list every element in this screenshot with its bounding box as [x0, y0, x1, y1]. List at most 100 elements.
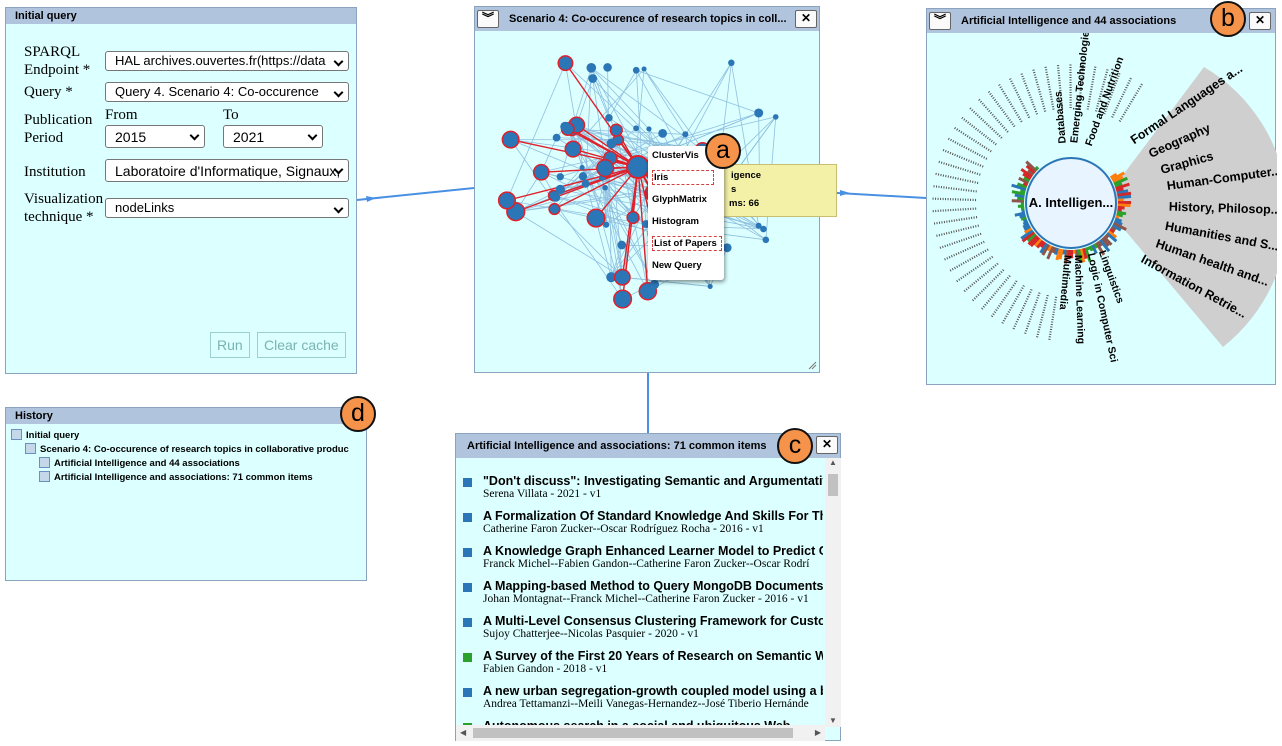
minor-topic-label[interactable]: [1000, 284, 1025, 326]
graph-node[interactable]: [551, 192, 561, 202]
collapse-button[interactable]: ︾: [477, 10, 499, 28]
graph-node[interactable]: [555, 184, 566, 195]
collapse-button[interactable]: ︾: [929, 12, 951, 30]
minor-topic-label[interactable]: [1118, 82, 1144, 122]
graph-node[interactable]: [613, 268, 631, 286]
clear-cache-button[interactable]: Clear cache: [257, 332, 346, 358]
scroll-left-icon[interactable]: ◀: [460, 728, 466, 737]
minor-topic-label[interactable]: [990, 280, 1018, 319]
minor-topic-label[interactable]: [946, 137, 988, 160]
graph-node[interactable]: [532, 163, 550, 181]
minor-topic-label[interactable]: [954, 255, 994, 284]
graph-node[interactable]: [772, 114, 779, 120]
graph-node[interactable]: [728, 59, 735, 67]
graph-node[interactable]: [556, 173, 564, 181]
iris-bar[interactable]: [1019, 189, 1026, 194]
graph-node[interactable]: [722, 243, 732, 253]
minor-topic-label[interactable]: [960, 115, 997, 146]
outer-topic-label[interactable]: Multimedia: [1057, 255, 1074, 311]
minor-topic-label[interactable]: [942, 240, 985, 262]
resize-grip-icon[interactable]: [807, 360, 817, 370]
graph-node[interactable]: [586, 63, 597, 73]
menu-item-glyphmatrix[interactable]: GlyphMatrix: [652, 194, 707, 205]
graph-node[interactable]: [650, 279, 660, 290]
minor-topic-label[interactable]: [941, 148, 984, 168]
menu-item-iris[interactable]: Iris: [652, 170, 714, 185]
graph-node[interactable]: [557, 55, 574, 72]
minor-topic-label[interactable]: [986, 89, 1016, 128]
graph-node[interactable]: [633, 125, 640, 132]
graph-node[interactable]: [586, 208, 606, 228]
history-item[interactable]: Initial query: [11, 429, 79, 441]
minor-topic-label[interactable]: [952, 126, 992, 153]
iris-bar[interactable]: [1117, 208, 1122, 212]
minor-topic-label[interactable]: [968, 106, 1003, 139]
graph-node[interactable]: [564, 140, 582, 158]
graph-node[interactable]: [578, 172, 588, 181]
from-select[interactable]: 2015: [105, 125, 205, 148]
close-button[interactable]: ✕: [795, 10, 817, 28]
iris-bar[interactable]: [1034, 165, 1040, 171]
graph-node[interactable]: [602, 184, 608, 191]
menu-item-list-of-papers[interactable]: List of Papers: [652, 236, 722, 251]
graph-node[interactable]: [762, 236, 770, 244]
iris-bar[interactable]: [1117, 194, 1132, 200]
graph-node[interactable]: [560, 121, 571, 132]
to-select[interactable]: 2021: [223, 125, 323, 148]
query-select[interactable]: Query 4. Scenario 4: Co-occurence: [105, 82, 349, 102]
minor-topic-label[interactable]: [980, 275, 1011, 311]
graph-node[interactable]: [588, 74, 598, 83]
history-item[interactable]: Scenario 4: Co-occurence of research top…: [25, 443, 349, 455]
graph-node[interactable]: [632, 66, 640, 74]
minor-topic-label[interactable]: [970, 269, 1005, 303]
minor-topic-label[interactable]: [997, 82, 1023, 123]
graph-node[interactable]: [581, 179, 590, 188]
minor-topic-label[interactable]: [931, 184, 977, 193]
history-item[interactable]: Artificial Intelligence and 44 associati…: [39, 457, 240, 469]
scroll-right-icon[interactable]: ▶: [815, 728, 821, 737]
minor-topic-label[interactable]: [1031, 67, 1047, 112]
iris-bar[interactable]: [1088, 245, 1094, 252]
minor-topic-label[interactable]: [931, 197, 977, 202]
graph-node[interactable]: [658, 129, 668, 138]
graph-node[interactable]: [596, 159, 615, 178]
minor-topic-label[interactable]: [937, 160, 981, 176]
minor-topic-label[interactable]: [1048, 296, 1058, 342]
outer-topic-label[interactable]: Machine Learning: [1072, 255, 1087, 345]
history-item[interactable]: Artificial Intelligence and associations…: [39, 471, 313, 483]
graph-node[interactable]: [609, 123, 623, 137]
graph-node[interactable]: [617, 240, 627, 250]
endpoint-select[interactable]: HAL archives.ouvertes.fr(https://data: [105, 51, 349, 71]
scroll-down-icon[interactable]: ▼: [825, 716, 841, 725]
menu-item-clustervis[interactable]: ClusterVis: [652, 150, 699, 161]
graph-node[interactable]: [682, 131, 689, 138]
minor-topic-label[interactable]: [962, 262, 999, 294]
graph-node[interactable]: [603, 63, 612, 72]
graph-node[interactable]: [605, 114, 613, 122]
menu-item-new-query[interactable]: New Query: [652, 260, 702, 271]
graph-node[interactable]: [641, 66, 647, 72]
viz-select[interactable]: nodeLinks: [105, 198, 349, 218]
iris-bar[interactable]: [1115, 215, 1120, 220]
horizontal-scrollbar[interactable]: ◀ ▶: [456, 725, 825, 741]
graph-node[interactable]: [497, 191, 517, 210]
close-button[interactable]: ✕: [1249, 12, 1271, 30]
graph-node[interactable]: [548, 202, 561, 216]
graph-node[interactable]: [606, 138, 617, 149]
close-button[interactable]: ✕: [816, 436, 838, 454]
minor-topic-label[interactable]: [934, 224, 979, 238]
graph-node[interactable]: [707, 283, 713, 290]
run-button[interactable]: Run: [210, 332, 250, 358]
scroll-thumb-h[interactable]: [473, 728, 793, 738]
institution-select[interactable]: Laboratoire d'Informatique, Signaux,: [105, 159, 349, 182]
iris-bar[interactable]: [1086, 246, 1091, 251]
minor-topic-label[interactable]: [1086, 64, 1097, 110]
iris-chart[interactable]: A. Intelligen... Formal Languages a...Ge…: [927, 33, 1277, 385]
graph-node[interactable]: [646, 126, 652, 132]
minor-topic-label[interactable]: [933, 172, 979, 185]
minor-topic-label[interactable]: [1019, 71, 1039, 115]
iris-bar[interactable]: [1017, 196, 1025, 201]
iris-bar[interactable]: [1019, 213, 1027, 219]
graph-node[interactable]: [754, 108, 764, 118]
minor-topic-label[interactable]: [1035, 294, 1049, 340]
